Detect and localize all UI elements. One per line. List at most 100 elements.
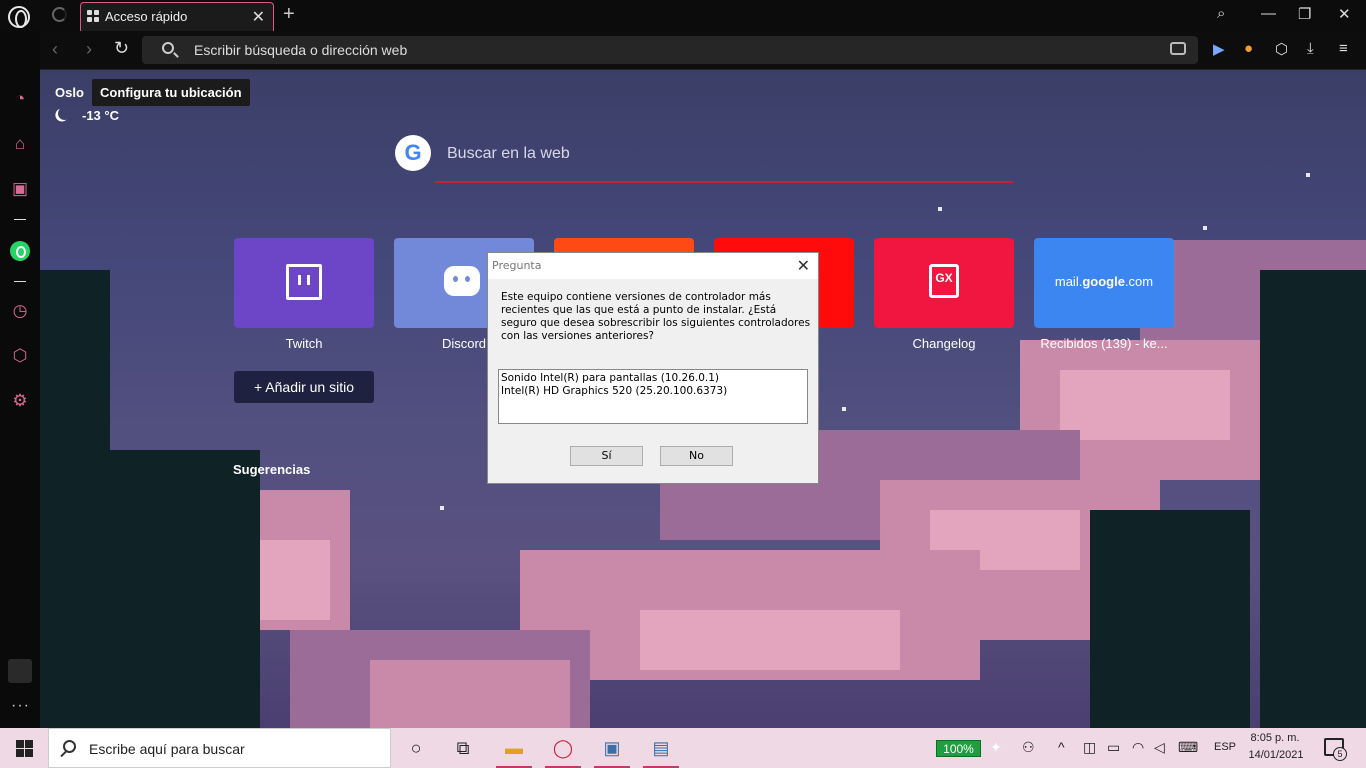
close-icon[interactable]: ✕ — [797, 256, 810, 275]
windows-start-icon[interactable] — [16, 740, 33, 757]
battery-icon[interactable]: ▭ — [1107, 739, 1120, 756]
speed-dial-label: Recibidos (139) - ke... — [1040, 336, 1168, 351]
yes-button[interactable]: Sí — [570, 446, 643, 466]
web-search-box[interactable]: G Buscar en la web — [395, 134, 1015, 184]
tab-speed-dial[interactable]: Acceso rápido ✕ — [80, 2, 274, 31]
location-tooltip: Configura tu ubicación — [92, 79, 250, 106]
history-icon[interactable]: ◷ — [10, 301, 30, 321]
loading-icon — [52, 7, 67, 22]
speed-dial-twitch[interactable] — [234, 238, 374, 328]
opera-gx-icon[interactable]: ◯ — [543, 728, 583, 768]
twitch-icon — [286, 264, 322, 300]
gx-icon: GX — [929, 264, 959, 298]
wifi-icon[interactable]: ◠ — [1132, 739, 1144, 756]
search-icon — [63, 740, 76, 753]
notification-count: 5 — [1333, 747, 1347, 761]
menu-icon[interactable]: ≡ — [1339, 40, 1348, 57]
speed-dial-gmail[interactable]: mail.google.com — [1034, 238, 1174, 328]
bag-icon[interactable]: ⌂ — [10, 134, 30, 154]
background-tree — [1260, 270, 1366, 728]
background-cloud — [640, 610, 900, 670]
reload-icon[interactable]: ↻ — [114, 38, 129, 59]
clock-time[interactable]: 8:05 p. m. — [1250, 732, 1300, 744]
dialog-message: Este equipo contiene versiones de contro… — [501, 291, 811, 342]
screen: Acceso rápido ✕ + ⌕ — ❐ ✕ ‹ › ↻ Escribir… — [0, 0, 1366, 768]
cube-icon[interactable]: ⬡ — [1275, 40, 1288, 58]
driver-dialog: Pregunta ✕ Este equipo contiene versione… — [487, 252, 819, 484]
discord-icon — [444, 266, 480, 296]
address-placeholder: Escribir búsqueda o dirección web — [194, 42, 408, 58]
minimize-icon[interactable]: — — [1261, 5, 1276, 22]
battery-percentage[interactable]: 100% — [936, 740, 981, 757]
background-cloud — [370, 660, 570, 728]
extension-avatar-icon[interactable]: ● — [1244, 40, 1253, 57]
tray-app-icon[interactable]: ◫ — [1083, 739, 1096, 756]
volume-icon[interactable]: ◁ — [1154, 739, 1165, 756]
tab-title: Acceso rápido — [105, 9, 188, 24]
grid-icon — [87, 10, 99, 22]
more-icon[interactable]: ··· — [11, 697, 30, 715]
search-underline — [435, 181, 1013, 183]
driver-list[interactable]: Sonido Intel(R) para pantallas (10.26.0.… — [498, 369, 808, 424]
title-bar: Acceso rápido ✕ + ⌕ — ❐ ✕ — [0, 0, 1366, 31]
speed-dial-label: Twitch — [285, 336, 323, 351]
background-star — [440, 506, 444, 510]
weather-city[interactable]: Oslo — [55, 85, 84, 100]
device-manager-icon[interactable]: ▤ — [641, 728, 681, 768]
speed-dial-changelog[interactable]: GX — [874, 238, 1014, 328]
restore-icon[interactable]: ❐ — [1298, 5, 1311, 23]
close-window-icon[interactable]: ✕ — [1338, 5, 1351, 23]
sidebar: ◔ ⌂ ▣ ◷ ⬡ ⚙ ··· — [0, 31, 40, 728]
installer-icon[interactable]: ▣ — [592, 728, 632, 768]
people-icon[interactable]: ⚇ — [1022, 739, 1035, 756]
settings-icon[interactable]: ⚙ — [10, 391, 30, 411]
taskbar: Escribe aquí para buscar ○ ⧉ ▬ ◯ ▣ ▤ 100… — [0, 728, 1366, 768]
cortana-icon[interactable]: ○ — [396, 728, 436, 768]
tab-close-icon[interactable]: ✕ — [252, 7, 265, 27]
dialog-title: Pregunta — [492, 259, 542, 272]
twitch-icon[interactable]: ▣ — [10, 179, 30, 199]
whatsapp-icon[interactable] — [10, 241, 30, 261]
moon-icon — [56, 105, 74, 123]
forward-icon[interactable]: › — [86, 39, 92, 60]
background-cloud — [1060, 370, 1230, 440]
clock-date[interactable]: 14/01/2021 — [1248, 749, 1304, 761]
separator — [14, 281, 26, 282]
chevron-up-icon[interactable]: ^ — [1058, 739, 1065, 755]
new-tab-icon[interactable]: + — [283, 3, 295, 26]
list-item[interactable]: Intel(R) HD Graphics 520 (25.20.100.6373… — [501, 385, 805, 398]
temperature: -13 °C — [82, 108, 119, 123]
cube-icon[interactable]: ⬡ — [10, 346, 30, 366]
add-site-button[interactable]: + Añadir un sitio — [234, 371, 374, 403]
gx-control-icon[interactable]: ◔ — [10, 89, 30, 109]
gmail-logo-text: mail.google.com — [1054, 274, 1154, 289]
list-item[interactable]: Sonido Intel(R) para pantallas (10.26.0.… — [501, 372, 805, 385]
background-star — [1203, 226, 1207, 230]
google-icon: G — [395, 135, 431, 171]
sidebar-app-icon[interactable] — [8, 659, 32, 683]
no-button[interactable]: No — [660, 446, 733, 466]
camera-icon[interactable] — [1170, 42, 1186, 55]
opera-menu-icon[interactable] — [8, 6, 30, 28]
file-explorer-icon[interactable]: ▬ — [494, 728, 534, 768]
suggestions-heading: Sugerencias — [233, 462, 311, 477]
keyboard-icon[interactable]: ⌨ — [1178, 739, 1198, 756]
tray-icon[interactable]: ✦ — [990, 739, 1002, 756]
background-tree — [100, 450, 260, 728]
background-tree — [1090, 510, 1250, 728]
search-placeholder: Buscar en la web — [447, 145, 570, 162]
taskbar-search[interactable]: Escribe aquí para buscar — [48, 728, 391, 768]
search-icon — [162, 42, 174, 54]
separator — [14, 219, 26, 220]
background-star — [938, 207, 942, 211]
background-star — [1306, 173, 1310, 177]
play-icon[interactable]: ▶ — [1213, 40, 1225, 58]
language-indicator[interactable]: ESP — [1214, 741, 1236, 753]
taskbar-search-placeholder: Escribe aquí para buscar — [89, 741, 245, 757]
task-view-icon[interactable]: ⧉ — [443, 728, 483, 768]
search-tabs-icon[interactable]: ⌕ — [1217, 5, 1225, 22]
dialog-titlebar[interactable]: Pregunta ✕ — [488, 253, 818, 279]
download-icon[interactable]: ⤓ — [1307, 40, 1314, 57]
address-bar[interactable]: Escribir búsqueda o dirección web — [142, 36, 1198, 64]
back-icon[interactable]: ‹ — [52, 39, 58, 60]
